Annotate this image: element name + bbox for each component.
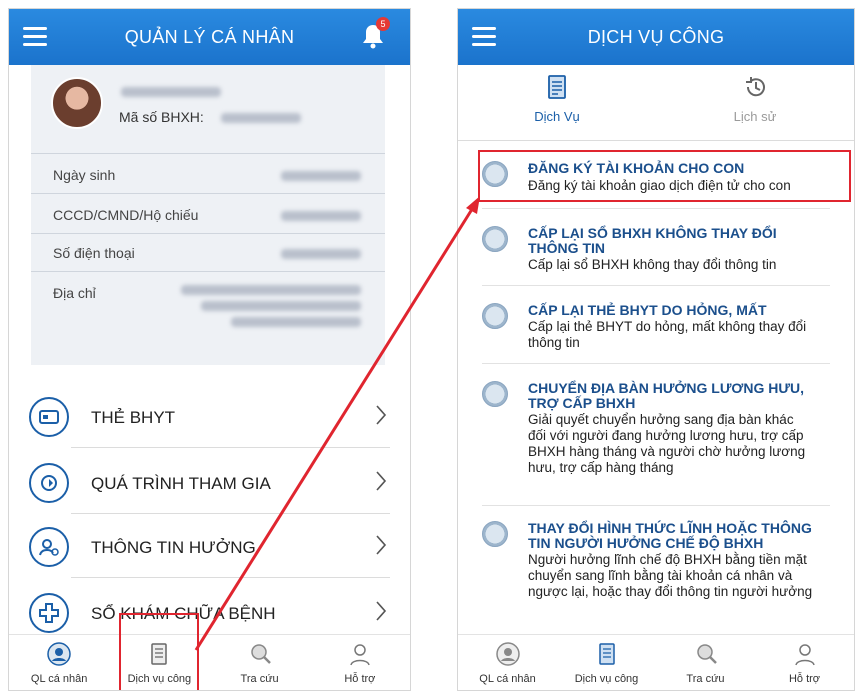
header-bar: QUẢN LÝ CÁ NHÂN 5 [9, 9, 410, 65]
blurred-insurance-number [221, 113, 301, 123]
blurred-name [121, 87, 221, 97]
service-item[interactable]: CHUYỂN ĐỊA BÀN HƯỞNG LƯƠNG HƯU, TRỢ CẤP … [482, 381, 844, 491]
service-logo-icon [482, 521, 508, 547]
service-logo-icon [482, 381, 508, 407]
service-item[interactable]: CẤP LẠI SỔ BHXH KHÔNG THAY ĐỔI THÔNG TIN… [482, 226, 844, 280]
medical-cross-icon [29, 593, 69, 633]
nav-support[interactable]: Hỗ trợ [310, 635, 410, 690]
service-title: CẤP LẠI SỔ BHXH KHÔNG THAY ĐỔI [528, 225, 777, 241]
bottom-nav: QL cá nhân Dịch vụ công Tra cứu Hỗ trợ [458, 634, 854, 690]
service-item[interactable]: CẤP LẠI THẺ BHYT DO HỎNG, MẤT Cấp lại th… [482, 303, 844, 357]
service-description: hưu, trợ cấp hàng tháng [528, 460, 674, 475]
field-address-label: Địa chỉ [53, 285, 96, 301]
blurred-value [281, 171, 361, 181]
clipboard-icon [548, 75, 566, 99]
notification-bell-icon[interactable]: 5 [362, 17, 390, 49]
health-card-icon [29, 397, 69, 437]
service-description: đối với người đang hưởng lương hưu, trợ … [528, 428, 804, 443]
profile-card: Mã số BHXH: Ngày sinh CCCD/CMND/Hộ chiếu… [31, 65, 385, 365]
search-globe-icon [696, 644, 717, 664]
service-title: CHUYỂN ĐỊA BÀN HƯỞNG LƯƠNG HƯU, [528, 380, 804, 396]
menu-icon[interactable] [472, 27, 496, 47]
nav-personal[interactable]: QL cá nhân [9, 635, 109, 690]
divider [71, 513, 390, 514]
header-title: QUẢN LÝ CÁ NHÂN [124, 26, 295, 47]
highlight-box [478, 150, 851, 202]
history-icon [746, 77, 765, 97]
divider [482, 208, 830, 209]
menu-label: THẺ BHYT [91, 408, 176, 427]
service-title: CẤP LẠI THẺ BHYT DO HỎNG, MẤT [528, 302, 767, 318]
divider [482, 363, 830, 364]
phone-public-services: DỊCH VỤ CÔNG Dịch Vụ Lịch sử ĐĂNG KÝ TÀI… [457, 8, 855, 691]
menu-item-health-card[interactable]: THẺ BHYT [29, 387, 389, 447]
blurred-value [201, 301, 361, 311]
field-phone-label: Số điện thoại [53, 245, 135, 261]
divider [31, 233, 385, 234]
chevron-right-icon [376, 601, 387, 621]
divider [71, 447, 390, 448]
divider [31, 193, 385, 194]
notification-badge: 5 [376, 17, 390, 31]
service-description: thông tin [528, 335, 580, 350]
personal-badge-icon [495, 642, 520, 666]
field-birthdate-label: Ngày sinh [53, 167, 116, 183]
service-title: TRỢ CẤP BHXH [528, 395, 636, 411]
document-icon [598, 643, 615, 665]
service-item[interactable]: THAY ĐỔI HÌNH THỨC LĨNH HOẶC THÔNG TIN N… [482, 521, 844, 616]
blurred-value [231, 317, 361, 327]
menu-item-benefit-info[interactable]: THÔNG TIN HƯỞNG [29, 517, 389, 577]
bottom-nav: QL cá nhân Dịch vụ công Tra cứu Hỗ trợ [9, 634, 410, 690]
avatar [51, 77, 103, 129]
service-description: Cấp lại sổ BHXH không thay đổi thông tin [528, 257, 777, 272]
user-outline-icon [794, 644, 815, 666]
divider [31, 153, 385, 154]
user-info-icon [29, 527, 69, 567]
divider [31, 271, 385, 272]
chevron-right-icon [376, 535, 387, 555]
divider [71, 577, 390, 578]
blurred-value [281, 249, 361, 259]
nav-lookup[interactable]: Tra cứu [656, 635, 755, 690]
field-id-label: CCCD/CMND/Hộ chiếu [53, 207, 199, 223]
blurred-value [281, 211, 361, 221]
header-bar: DỊCH VỤ CÔNG [458, 9, 854, 65]
nav-support[interactable]: Hỗ trợ [755, 635, 854, 690]
service-description: BHXH hàng tháng và người chờ hưởng lương [528, 444, 806, 459]
divider [482, 505, 830, 506]
service-description: Người hưởng lĩnh chế độ BHXH bằng tiền m… [528, 552, 807, 567]
stage: QUẢN LÝ CÁ NHÂN 5 Mã số BHXH: Ngày sinh … [0, 0, 862, 691]
blurred-value [181, 285, 361, 295]
header-title: DỊCH VỤ CÔNG [587, 26, 725, 47]
menu-label: QUÁ TRÌNH THAM GIA [91, 474, 271, 493]
service-logo-icon [482, 226, 508, 252]
menu-label: THÔNG TIN HƯỞNG [91, 538, 256, 557]
nav-personal[interactable]: QL cá nhân [458, 635, 557, 690]
nav-public-service[interactable]: Dịch vụ công [557, 635, 656, 690]
search-globe-icon [250, 644, 271, 664]
tab-history[interactable]: Lịch sử [656, 65, 854, 140]
tab-services[interactable]: Dịch Vụ [458, 65, 656, 140]
highlight-box [119, 613, 199, 690]
service-title: TIN NGƯỜI HƯỞNG CHẾ ĐỘ BHXH [528, 535, 764, 551]
service-description: chuyển sang lĩnh bằng tài khoản cá nhân … [528, 568, 793, 583]
insurance-number-label: Mã số BHXH: [119, 109, 204, 125]
chevron-right-icon [376, 471, 387, 491]
personal-badge-icon [47, 642, 71, 666]
service-title: THÔNG TIN [528, 240, 605, 256]
divider [482, 285, 830, 286]
service-title: THAY ĐỔI HÌNH THỨC LĨNH HOẶC THÔNG [528, 520, 812, 536]
menu-icon[interactable] [23, 27, 47, 47]
service-description: Cấp lại thẻ BHYT do hỏng, mất không thay… [528, 319, 807, 334]
refresh-arrow-icon [29, 463, 69, 503]
service-description: Giải quyết chuyển hưởng sang địa bàn khá… [528, 412, 794, 427]
service-description: ngược lại, hoặc thay đổi thông tin người… [528, 584, 813, 599]
service-tabs: Dịch Vụ Lịch sử [458, 65, 854, 141]
service-logo-icon [482, 303, 508, 329]
nav-lookup[interactable]: Tra cứu [210, 635, 310, 690]
chevron-right-icon [376, 405, 387, 425]
menu-item-participation-history[interactable]: QUÁ TRÌNH THAM GIA [29, 453, 389, 513]
user-outline-icon [350, 644, 370, 666]
phone-personal-management: QUẢN LÝ CÁ NHÂN 5 Mã số BHXH: Ngày sinh … [8, 8, 411, 691]
